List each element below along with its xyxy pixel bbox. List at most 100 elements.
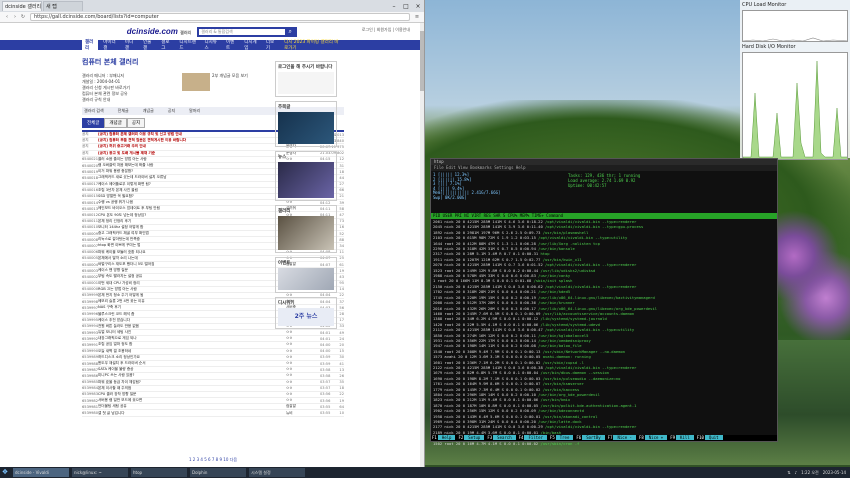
fkey-label[interactable]: Quit bbox=[704, 435, 723, 440]
clock[interactable]: 1:22 오전 bbox=[801, 470, 819, 476]
filter-option[interactable]: 공지 bbox=[168, 108, 175, 114]
post-writer[interactable]: ㅇㅇ bbox=[286, 367, 320, 372]
maximize-icon[interactable]: □ bbox=[400, 3, 412, 10]
post-writer[interactable]: 뉴비 bbox=[286, 411, 320, 416]
post-title[interactable]: 이번 세대 CPU 가성비 정리 bbox=[98, 281, 286, 286]
fkey-label[interactable]: Help bbox=[437, 435, 456, 440]
fkey-label[interactable]: Setup bbox=[464, 435, 485, 440]
menu-item[interactable]: 디시트렌드 bbox=[176, 39, 199, 51]
post-title[interactable]: 케이스 추천 받습니다 bbox=[98, 318, 286, 323]
post-title[interactable]: 이거 파워 용량 충분함? bbox=[98, 169, 286, 174]
menu-item[interactable]: 디시뉴스 bbox=[201, 39, 221, 51]
fkey-label[interactable]: Filter bbox=[524, 435, 547, 440]
menu-item[interactable]: 미니갤 bbox=[122, 39, 138, 51]
post-title[interactable]: [공지] 광고 및 도배 게시물 제재 기준 bbox=[98, 151, 286, 156]
post-title[interactable]: 본체 먼지 청소 주기 어떻게 됨 bbox=[98, 293, 286, 298]
login-form[interactable] bbox=[278, 72, 334, 94]
sidebar-box-news[interactable]: 뉴스 bbox=[275, 151, 337, 201]
wiki-banner[interactable]: 2주 뉴스 bbox=[278, 308, 334, 326]
list-tab[interactable]: 공지 bbox=[126, 118, 146, 128]
post-title[interactable]: 써멀구리스 재도포 했더니 5도 떨어짐 bbox=[98, 262, 286, 267]
page-scrollbar[interactable] bbox=[420, 23, 424, 467]
site-search[interactable]: 갤러리 & 통합검색 ⌕ bbox=[197, 26, 298, 37]
taskbar-item[interactable]: dcinside - Vivaldi bbox=[13, 468, 69, 477]
post-title[interactable]: 케이스 팬 방향 질문 bbox=[98, 268, 286, 273]
post-title[interactable]: RGB 끄는 방법 아는 사람 bbox=[98, 287, 286, 292]
post-title[interactable]: 메인보드 바이오스 업데이트 후 부팅 안됨 bbox=[98, 206, 286, 211]
post-title[interactable]: 블루스크린 코드 해석 좀 bbox=[98, 312, 286, 317]
post-title[interactable]: 케이스 에어플로우 이렇게 짜면 됨? bbox=[98, 182, 286, 187]
post-title[interactable]: 쿨러 소음 줄이는 방법 아는 사람 bbox=[98, 157, 286, 162]
close-icon[interactable]: × bbox=[412, 3, 424, 10]
fkey-key[interactable]: F1 bbox=[431, 435, 438, 440]
post-title[interactable]: 하드디스크 소리 정상인가요 bbox=[98, 355, 286, 360]
post-writer[interactable]: ㅇㅇ bbox=[286, 373, 320, 378]
post-title[interactable]: 그래픽카드 새로 샀는데 드라이버 설치 오류남 bbox=[98, 175, 286, 180]
list-tab[interactable]: 전체글 bbox=[82, 118, 105, 128]
post-title[interactable]: 본체에서 딸깍 소리 나는데 bbox=[98, 256, 286, 261]
post-title[interactable]: SATA 케이블 불량 증상 bbox=[98, 367, 286, 372]
table-row[interactable]: 6539980 갤 첫 글 남깁니다 뉴비 03:55 10 bbox=[82, 410, 344, 417]
sidebar-box-gallery[interactable]: 갤러리 bbox=[275, 205, 337, 253]
taskbar-item[interactable]: htop bbox=[131, 468, 187, 477]
site-logo[interactable]: dcinside.com 갤러리 bbox=[127, 27, 191, 36]
fkey-label[interactable]: Search bbox=[493, 435, 516, 440]
post-writer[interactable]: ㅇㅇ bbox=[286, 392, 320, 397]
post-title[interactable]: 전원 버튼 눌러도 반응 없음 bbox=[98, 324, 286, 329]
site-search-input[interactable]: 갤러리 & 통합검색 bbox=[201, 29, 232, 35]
post-title[interactable]: 부팅 속도 빨라지는 설정 공유 bbox=[98, 274, 286, 279]
post-title[interactable]: 메모리 슬롯 2번 4번 꽂는 이유 bbox=[98, 299, 286, 304]
fkey-label[interactable]: Kill bbox=[676, 435, 694, 440]
fkey-label[interactable]: SortBy bbox=[582, 435, 605, 440]
post-writer[interactable]: ㅇㅇ bbox=[286, 355, 320, 360]
post-title[interactable]: 모니터 144hz 설정 어떻게 함 bbox=[98, 225, 286, 230]
fkey-label[interactable]: Tree bbox=[555, 435, 574, 440]
post-writer[interactable]: 컴잘알 bbox=[286, 404, 320, 409]
post-title[interactable]: [공지] 허위 중고거래 주의 안내 bbox=[98, 144, 286, 149]
post-title[interactable]: 조립 공임 얼마 정도 함 bbox=[98, 342, 286, 347]
post-writer[interactable]: ㅇㅇ bbox=[286, 349, 320, 354]
gallery-feature[interactable]: 2부 개념글 모음 보기 bbox=[182, 73, 252, 103]
post-writer[interactable]: ㅇㅇ bbox=[286, 342, 320, 347]
post-writer[interactable]: ㅇㅇ bbox=[286, 380, 320, 385]
sidebar-box-event[interactable]: 이벤트 bbox=[275, 257, 337, 293]
post-writer[interactable]: ㅇㅇ bbox=[286, 398, 320, 403]
menu-promo-link[interactable]: 디시 2023 파이팅 갤러리 바로가기 bbox=[281, 39, 342, 51]
process-row[interactable]: 1502 root 20 0 16M 4.7M 4.1M S 0.0 0.1 0… bbox=[431, 441, 777, 446]
post-title[interactable]: 본체 정리 선정리 후기 bbox=[98, 219, 286, 224]
filter-option[interactable]: 개념글 bbox=[143, 108, 154, 114]
filter-option[interactable]: 전체글 bbox=[118, 108, 129, 114]
filter-option[interactable]: 말머리 bbox=[189, 108, 200, 114]
post-title[interactable]: 내장그래픽으로 게임 되나 bbox=[98, 336, 286, 341]
fkey-key[interactable]: F8 bbox=[638, 435, 645, 440]
post-title[interactable]: 파워 효율 등급 차이 체감됨? bbox=[98, 380, 286, 385]
fkey-key[interactable]: F10 bbox=[696, 435, 705, 440]
post-title[interactable]: 오늘 새벽 갤 조용하네 bbox=[98, 349, 286, 354]
post-title[interactable]: 서버용 램 일반 보드에 꽂으면 bbox=[98, 398, 286, 403]
post-title[interactable]: 중고 그래픽카드 채굴 여부 확인법 bbox=[98, 231, 286, 236]
taskbar-item[interactable]: 시스템 설정 bbox=[249, 468, 305, 477]
post-title[interactable]: [공지] 컴퓨터 본체 갤러리 이용 규칙 및 신고 방법 안내 bbox=[98, 132, 286, 137]
fkey-label[interactable]: Nice + bbox=[644, 435, 668, 440]
pagination[interactable]: 1 2 3 4 5 6 7 8 9 10 다음 bbox=[82, 457, 344, 465]
top-links[interactable]: 로그인 | 회원가입 | 이용안내 bbox=[362, 27, 410, 33]
taskbar-item[interactable]: Dolphin bbox=[190, 468, 246, 477]
post-title[interactable]: NAS 구축 후기 bbox=[98, 305, 286, 310]
search-icon[interactable]: ⌕ bbox=[285, 27, 296, 36]
volume-icon[interactable]: ♪ bbox=[795, 470, 798, 476]
post-title[interactable]: 본체 이사할 때 주의점 bbox=[98, 386, 286, 391]
forward-icon[interactable]: › bbox=[11, 14, 19, 20]
filter-option[interactable]: 갤러리 검색 bbox=[84, 108, 104, 114]
post-title[interactable]: CPU 쿨러 장착 방향 질문 bbox=[98, 392, 286, 397]
menu-item[interactable]: 인물갤 bbox=[140, 39, 156, 51]
news-image[interactable] bbox=[278, 162, 334, 198]
post-title[interactable]: 조립 3년차 본체 사진 올림 bbox=[98, 188, 286, 193]
gallery-image[interactable] bbox=[278, 216, 334, 250]
featured-image[interactable] bbox=[278, 112, 334, 144]
back-icon[interactable]: ‹ bbox=[3, 14, 11, 20]
post-title[interactable]: 듀얼 모니터 세팅 사진 bbox=[98, 330, 286, 335]
menu-icon[interactable]: ≡ bbox=[413, 14, 421, 20]
post-title[interactable]: htop 화면 이쁘게 꾸미는 법 bbox=[98, 243, 286, 248]
network-icon[interactable]: ⇅ bbox=[787, 470, 790, 476]
post-title[interactable]: 언더볼팅 세팅 공유 bbox=[98, 404, 286, 409]
